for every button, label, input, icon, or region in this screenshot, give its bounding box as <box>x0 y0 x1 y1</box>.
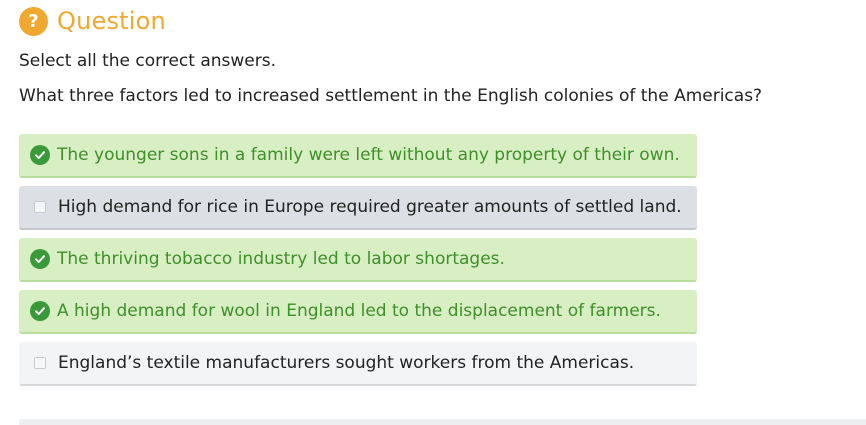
check-circle-icon <box>30 301 50 321</box>
answer-option-label: England’s textile manufacturers sought w… <box>58 353 635 373</box>
question-mark-icon: ? <box>19 6 48 36</box>
answer-option-5[interactable]: England’s textile manufacturers sought w… <box>19 342 697 386</box>
answer-option-label: The younger sons in a family were left w… <box>57 145 680 165</box>
check-circle-icon <box>30 145 50 165</box>
answer-option-1[interactable]: The younger sons in a family were left w… <box>19 134 697 178</box>
instruction-text: Select all the correct answers. <box>19 51 277 71</box>
check-circle-icon <box>30 249 50 269</box>
question-prompt: What three factors led to increased sett… <box>19 86 763 106</box>
answer-option-label: High demand for rice in Europe required … <box>58 197 682 217</box>
answer-option-3[interactable]: The thriving tobacco industry led to lab… <box>19 238 697 282</box>
answer-option-4[interactable]: A high demand for wool in England led to… <box>19 290 697 334</box>
question-page: ? Question Select all the correct answer… <box>0 0 866 425</box>
question-header: ? Question <box>19 5 166 37</box>
footer-bar <box>19 419 866 425</box>
answer-option-2[interactable]: High demand for rice in Europe required … <box>19 186 697 230</box>
question-title: Question <box>57 7 166 35</box>
answer-options: The younger sons in a family were left w… <box>19 134 697 394</box>
answer-option-label: The thriving tobacco industry led to lab… <box>57 249 505 269</box>
answer-option-label: A high demand for wool in England led to… <box>57 301 661 321</box>
checkbox-icon[interactable] <box>34 201 46 213</box>
checkbox-icon[interactable] <box>34 357 46 369</box>
